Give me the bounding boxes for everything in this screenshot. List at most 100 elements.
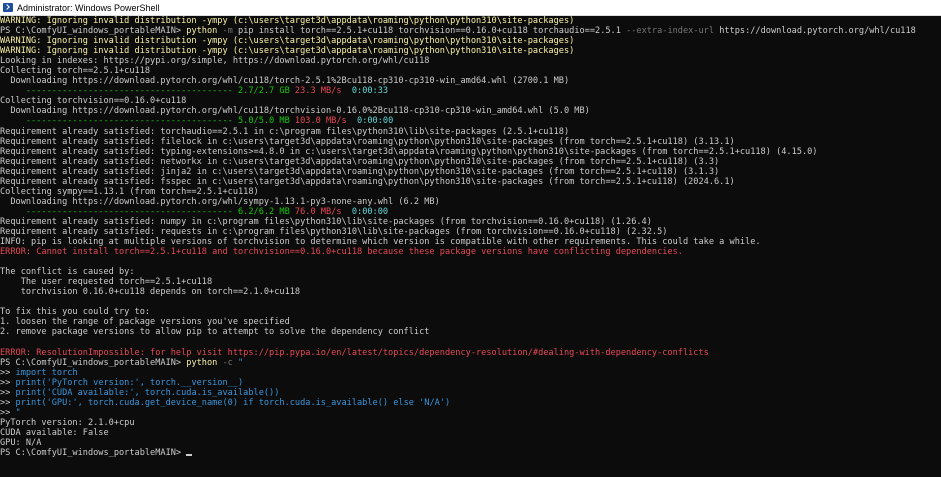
console-text-segment: pip install torch==2.5.1+cu118 torchvisi… bbox=[232, 26, 621, 37]
console-line: WARNING: Ignoring invalid distribution -… bbox=[0, 16, 941, 26]
console-text-segment: GPU: N/A bbox=[0, 437, 42, 448]
console-line: Downloading https://download.pytorch.org… bbox=[0, 76, 941, 86]
console-text-segment: PyTorch version: 2.1.0+cpu bbox=[0, 417, 135, 428]
console-text-segment: ERROR: ResolutionImpossible: for help vi… bbox=[0, 347, 709, 358]
console-text-segment: >> bbox=[0, 367, 16, 378]
console-line: Requirement already satisfied: numpy in … bbox=[0, 217, 941, 227]
console-line: CUDA available: False bbox=[0, 428, 941, 438]
console-line: INFO: pip is looking at multiple version… bbox=[0, 237, 941, 247]
console-line: Requirement already satisfied: jinja2 in… bbox=[0, 167, 941, 177]
console-line: 2. remove package versions to allow pip … bbox=[0, 327, 941, 337]
console-text-segment: WARNING: Ignoring invalid distribution -… bbox=[0, 16, 575, 26]
console-text-segment: print('PyTorch version:', torch.__versio… bbox=[15, 377, 244, 388]
console-text-segment: PS C:\ComfyUI_windows_portableMAIN> bbox=[0, 357, 187, 368]
console-text-segment: python bbox=[186, 357, 218, 368]
console-text-segment: python bbox=[186, 26, 218, 37]
console-text-segment: PS C:\ComfyUI_windows_portableMAIN> bbox=[0, 26, 187, 37]
console-text-segment: Requirement already satisfied: torchaudi… bbox=[0, 126, 570, 137]
console-text-segment: import torch bbox=[15, 367, 78, 378]
console-text-segment: Downloading https://download.pytorch.org… bbox=[0, 196, 440, 207]
console-line: ----------------------------------------… bbox=[0, 116, 941, 126]
console-text-segment: The user requested torch==2.5.1+cu118 bbox=[0, 277, 213, 288]
console-line: Downloading https://download.pytorch.org… bbox=[0, 106, 941, 116]
console-text-segment: WARNING: Ignoring invalid distribution -… bbox=[0, 36, 575, 47]
console-text-segment: 1. loosen the range of package versions … bbox=[0, 317, 290, 328]
console-line: Requirement already satisfied: torchaudi… bbox=[0, 127, 941, 137]
console-line: Collecting torch==2.5.1+cu118 bbox=[0, 66, 941, 76]
console-line: The user requested torch==2.5.1+cu118 bbox=[0, 277, 941, 287]
console-text-segment: https://download.pytorch.org/whl/cu118 bbox=[714, 26, 916, 37]
console-text-segment: PS C:\ComfyUI_windows_portableMAIN> bbox=[0, 448, 187, 459]
console-text-segment: 0:00:00 bbox=[346, 116, 394, 127]
console-text-segment: Collecting sympy==1.13.1 (from torch==2.… bbox=[0, 186, 259, 197]
console-line: Collecting sympy==1.13.1 (from torch==2.… bbox=[0, 187, 941, 197]
console-line: Requirement already satisfied: requests … bbox=[0, 227, 941, 237]
console-text-segment: Looking in indexes: https://pypi.org/sim… bbox=[0, 56, 430, 67]
text-cursor bbox=[186, 454, 193, 457]
console-text-segment: ---------------------------------------- bbox=[0, 206, 238, 217]
console-line: WARNING: Ignoring invalid distribution -… bbox=[0, 46, 941, 56]
console-line: >> import torch bbox=[0, 368, 941, 378]
console-text-segment: -c bbox=[217, 357, 233, 368]
console-text-segment: Requirement already satisfied: requests … bbox=[0, 226, 668, 237]
console-line: torchvision 0.16.0+cu118 depends on torc… bbox=[0, 287, 941, 297]
console-text-segment: 0:00:33 bbox=[341, 86, 389, 97]
console-text-segment: 76.0 MB/s bbox=[289, 206, 342, 217]
console-line: PyTorch version: 2.1.0+cpu bbox=[0, 418, 941, 428]
console-line: To fix this you could try to: bbox=[0, 307, 941, 317]
console-line: Requirement already satisfied: typing-ex… bbox=[0, 147, 941, 157]
console-line: PS C:\ComfyUI_windows_portableMAIN> pyth… bbox=[0, 358, 941, 368]
console-output[interactable]: WARNING: Ignoring invalid distribution -… bbox=[0, 16, 941, 477]
powershell-icon bbox=[3, 3, 13, 12]
console-text-segment: 5.0/5.0 MB bbox=[238, 116, 290, 127]
powershell-window: Administrator: Windows PowerShell WARNIN… bbox=[0, 0, 941, 477]
console-text-segment: Requirement already satisfied: fsspec in… bbox=[0, 176, 735, 187]
console-line: Looking in indexes: https://pypi.org/sim… bbox=[0, 56, 941, 66]
console-text-segment: >> bbox=[0, 387, 16, 398]
console-line: Requirement already satisfied: networkx … bbox=[0, 157, 941, 167]
console-text-segment: 2.7/2.7 GB bbox=[238, 86, 290, 97]
console-line: The conflict is caused by: bbox=[0, 267, 941, 277]
console-text-segment: print('CUDA available:', torch.cuda.is_a… bbox=[15, 387, 280, 398]
console-text-segment: " bbox=[232, 357, 244, 368]
console-text-segment: --extra-index-url bbox=[620, 26, 715, 37]
console-text-segment: Downloading https://download.pytorch.org… bbox=[0, 106, 590, 117]
console-text-segment: ---------------------------------------- bbox=[0, 86, 238, 97]
console-text-segment: Requirement already satisfied: numpy in … bbox=[0, 216, 652, 227]
console-text-segment: To fix this you could try to: bbox=[0, 307, 151, 318]
console-text-segment: Requirement already satisfied: jinja2 in… bbox=[0, 166, 720, 177]
console-text-segment: Requirement already satisfied: networkx … bbox=[0, 156, 720, 167]
console-text-segment: Collecting torchvision==0.16.0+cu118 bbox=[0, 96, 187, 107]
console-line: ERROR: ResolutionImpossible: for help vi… bbox=[0, 348, 941, 358]
console-text-segment: Downloading https://download.pytorch.org… bbox=[0, 76, 570, 87]
console-line: Requirement already satisfied: fsspec in… bbox=[0, 177, 941, 187]
console-text-segment: >> bbox=[0, 377, 16, 388]
console-text-segment: Requirement already satisfied: filelock … bbox=[0, 136, 735, 147]
console-text-segment: " bbox=[15, 407, 21, 418]
console-line: PS C:\ComfyUI_windows_portableMAIN> bbox=[0, 448, 941, 458]
console-text-segment: INFO: pip is looking at multiple version… bbox=[0, 237, 761, 248]
console-text-segment: The conflict is caused by: bbox=[0, 267, 135, 278]
console-line: Downloading https://download.pytorch.org… bbox=[0, 197, 941, 207]
console-line: ----------------------------------------… bbox=[0, 86, 941, 96]
console-line: GPU: N/A bbox=[0, 438, 941, 448]
console-text-segment: 6.2/6.2 MB bbox=[238, 206, 290, 217]
console-text-segment: 0:00:00 bbox=[341, 206, 389, 217]
console-line: Requirement already satisfied: filelock … bbox=[0, 137, 941, 147]
console-line: WARNING: Ignoring invalid distribution -… bbox=[0, 36, 941, 46]
console-text-segment: print('GPU:', torch.cuda.get_device_name… bbox=[15, 397, 451, 408]
title-bar[interactable]: Administrator: Windows PowerShell bbox=[0, 0, 941, 16]
console-line: >> " bbox=[0, 408, 941, 418]
window-title: Administrator: Windows PowerShell bbox=[17, 2, 160, 13]
console-text-segment: >> bbox=[0, 407, 16, 418]
console-text-segment: -m bbox=[217, 26, 233, 37]
console-line: Collecting torchvision==0.16.0+cu118 bbox=[0, 96, 941, 106]
console-text-segment: ---------------------------------------- bbox=[0, 116, 238, 127]
console-line: PS C:\ComfyUI_windows_portableMAIN> pyth… bbox=[0, 26, 941, 36]
console-text-segment: 23.3 MB/s bbox=[289, 86, 342, 97]
console-text-segment: 2. remove package versions to allow pip … bbox=[0, 327, 430, 338]
console-line: 1. loosen the range of package versions … bbox=[0, 317, 941, 327]
console-text-segment: torchvision 0.16.0+cu118 depends on torc… bbox=[0, 287, 301, 298]
